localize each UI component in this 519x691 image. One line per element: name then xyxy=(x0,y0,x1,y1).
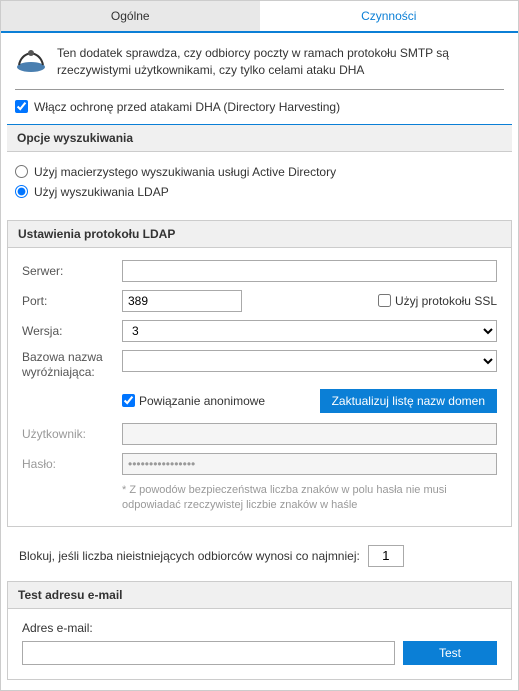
user-label: Użytkownik: xyxy=(22,427,122,441)
tab-actions[interactable]: Czynności xyxy=(260,1,519,31)
base-dn-label: Bazowa nazwa wyróżniająca: xyxy=(22,350,122,381)
search-options-body: Użyj macierzystego wyszukiwania usługi A… xyxy=(1,152,518,212)
password-label: Hasło: xyxy=(22,457,122,471)
user-input xyxy=(122,423,497,445)
update-domains-button[interactable]: Zaktualizuj listę nazw domen xyxy=(320,389,497,413)
radio-ad-label: Użyj macierzystego wyszukiwania usługi A… xyxy=(34,165,336,179)
port-input[interactable] xyxy=(122,290,242,312)
radio-ldap-label: Użyj wyszukiwania LDAP xyxy=(34,185,169,199)
port-label: Port: xyxy=(22,294,122,308)
addon-icon xyxy=(15,45,47,73)
block-label: Blokuj, jeśli liczba nieistniejących odb… xyxy=(19,549,360,563)
test-section: Test adresu e-mail Adres e-mail: Test xyxy=(7,581,512,680)
tab-general[interactable]: Ogólne xyxy=(1,1,260,31)
password-note: * Z powodów bezpieczeństwa liczba znaków… xyxy=(22,483,497,514)
password-input xyxy=(122,453,497,475)
test-email-input[interactable] xyxy=(22,641,395,665)
settings-panel: Ogólne Czynności Ten dodatek sprawdza, c… xyxy=(0,0,519,691)
tab-bar: Ogólne Czynności xyxy=(1,1,518,33)
base-dn-select[interactable] xyxy=(122,350,497,372)
ldap-settings: Ustawienia protokołu LDAP Serwer: Port: … xyxy=(7,220,512,527)
description-row: Ten dodatek sprawdza, czy odbiorcy poczt… xyxy=(1,33,518,89)
version-select[interactable]: 3 xyxy=(122,320,497,342)
enable-dha-checkbox[interactable] xyxy=(15,100,28,113)
radio-ad[interactable] xyxy=(15,165,28,178)
ldap-settings-header: Ustawienia protokołu LDAP xyxy=(8,221,511,248)
block-row: Blokuj, jeśli liczba nieistniejących odb… xyxy=(1,539,518,581)
ssl-checkbox[interactable] xyxy=(378,294,391,307)
enable-dha-label: Włącz ochronę przed atakami DHA (Directo… xyxy=(34,100,340,114)
test-email-label: Adres e-mail: xyxy=(22,621,497,635)
block-threshold-input[interactable] xyxy=(368,545,404,567)
description-text: Ten dodatek sprawdza, czy odbiorcy poczt… xyxy=(57,45,504,79)
version-label: Wersja: xyxy=(22,324,122,338)
divider xyxy=(15,89,504,90)
ssl-label: Użyj protokołu SSL xyxy=(395,294,497,308)
search-options-header: Opcje wyszukiwania xyxy=(7,124,512,152)
anon-checkbox[interactable] xyxy=(122,394,135,407)
server-input[interactable] xyxy=(122,260,497,282)
test-header: Test adresu e-mail xyxy=(8,582,511,609)
server-label: Serwer: xyxy=(22,264,122,278)
anon-label: Powiązanie anonimowe xyxy=(139,394,265,408)
radio-ldap[interactable] xyxy=(15,185,28,198)
enable-row: Włącz ochronę przed atakami DHA (Directo… xyxy=(1,100,518,124)
test-button[interactable]: Test xyxy=(403,641,497,665)
